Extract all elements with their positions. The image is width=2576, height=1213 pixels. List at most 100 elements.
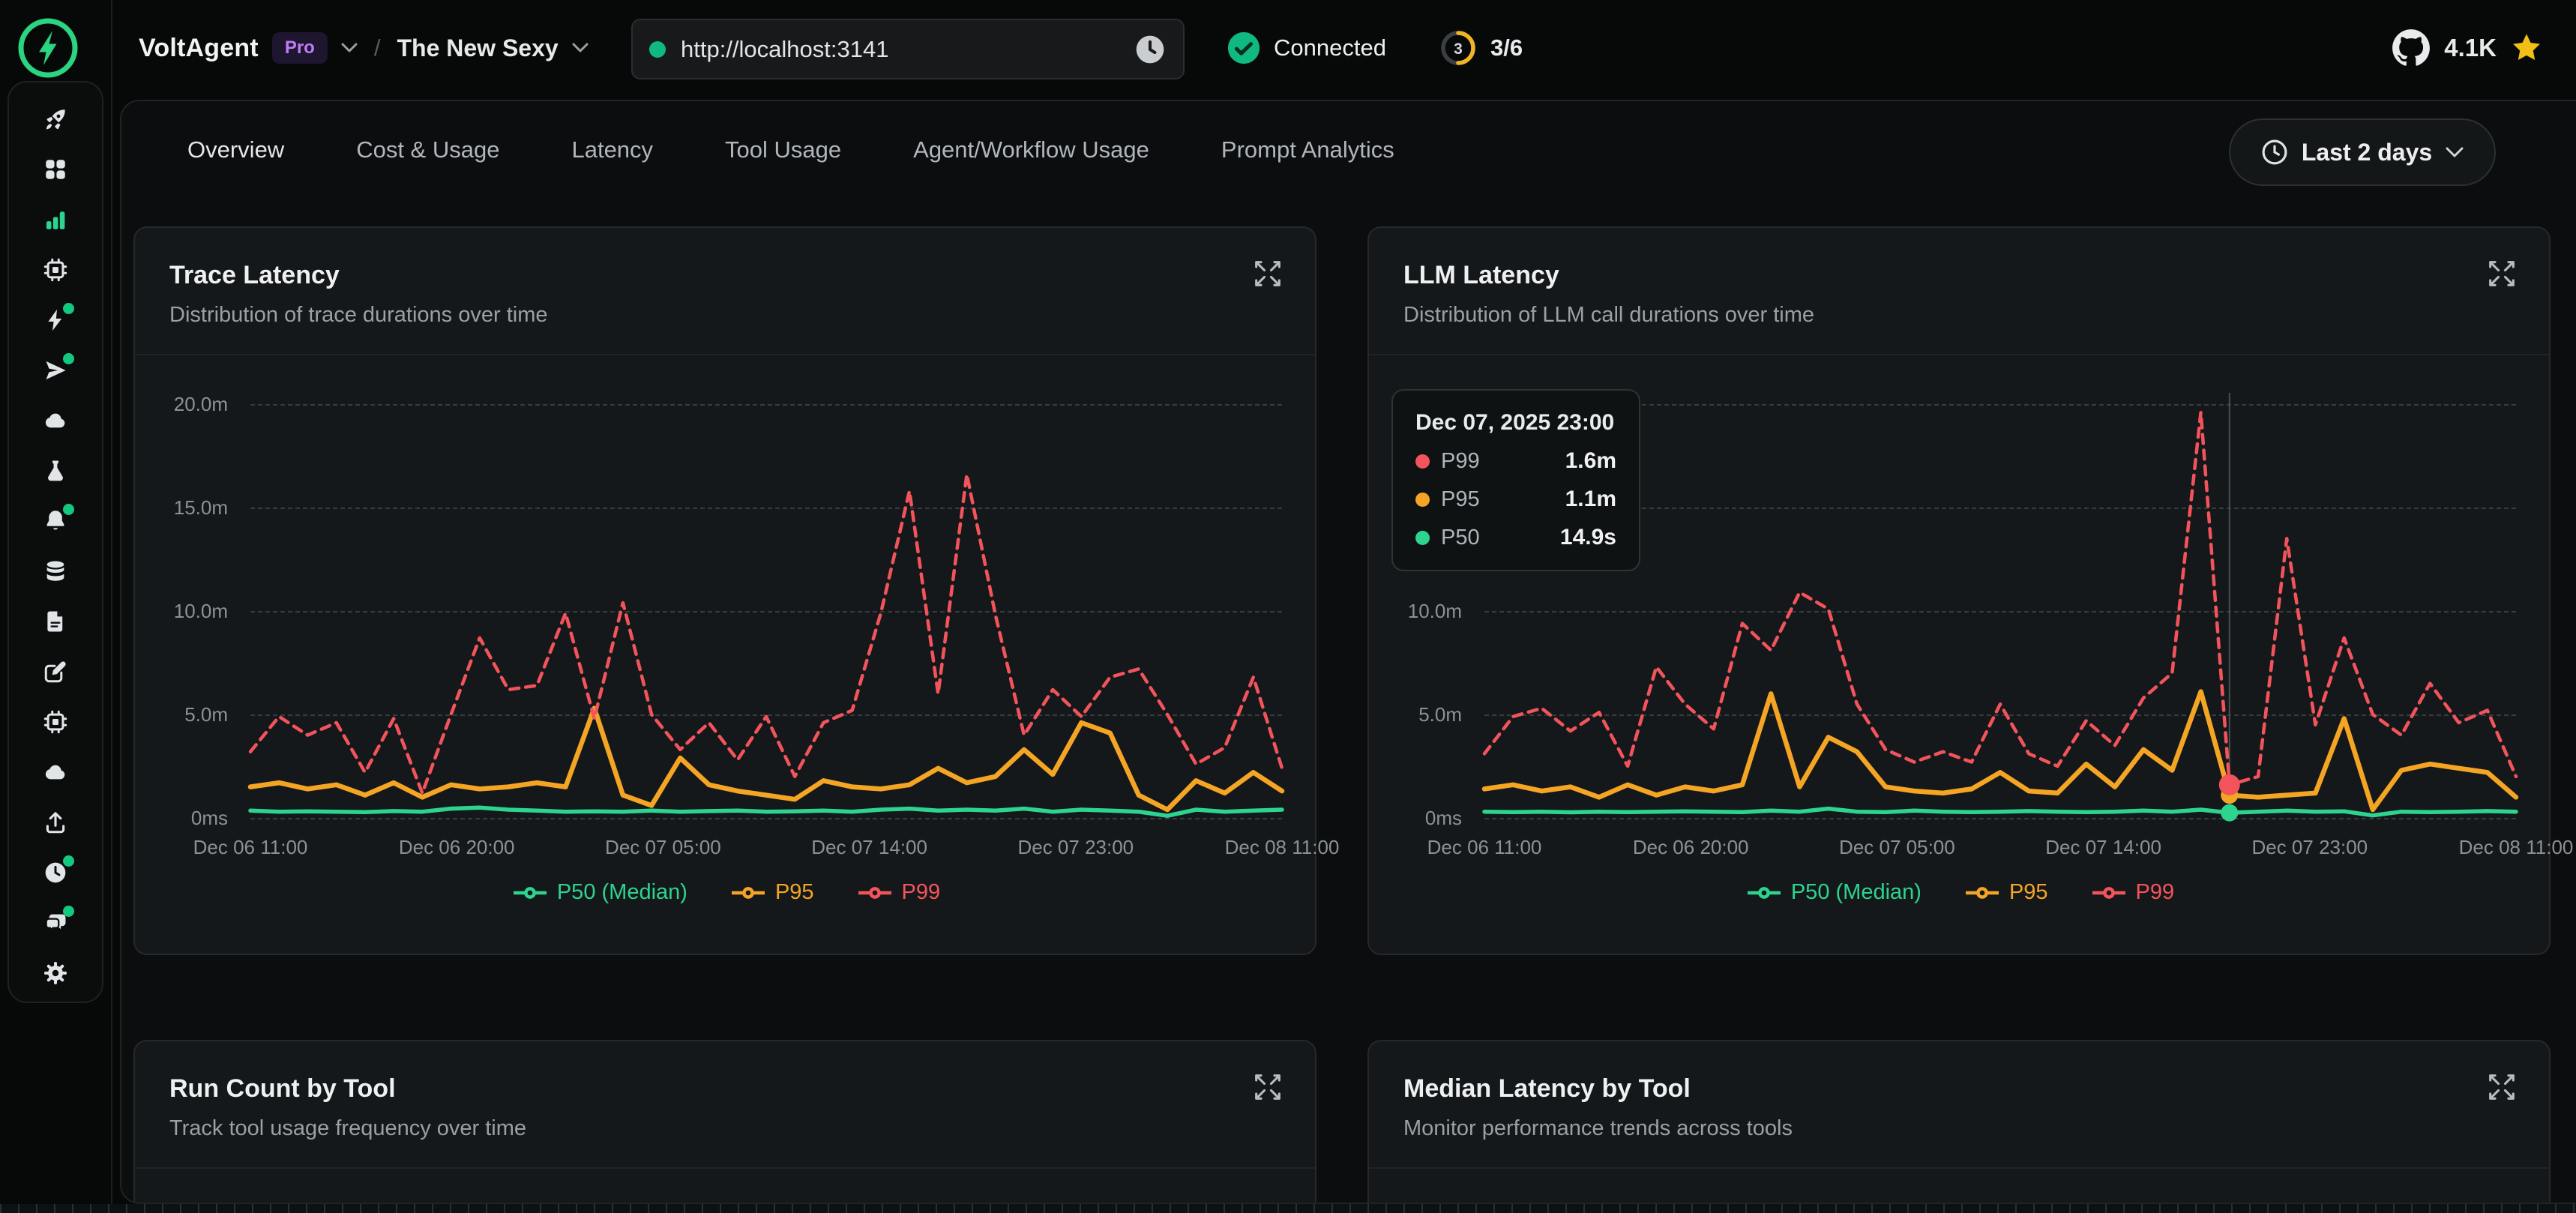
hover-point-p50	[2221, 804, 2238, 822]
voltagent-logo[interactable]	[15, 15, 81, 81]
tooltip-series-value: 1.6m	[1565, 448, 1616, 474]
legend-marker-icon	[1965, 885, 1999, 900]
sidebar-item-flask[interactable]	[43, 458, 68, 484]
legend-label: P99	[2136, 880, 2175, 905]
notification-dot	[63, 303, 74, 314]
sidebar-item-upload[interactable]	[43, 810, 68, 835]
rocket-icon	[43, 106, 68, 132]
chart-legend: P50 (Median) P95 P99	[135, 880, 1318, 905]
server-status-dot-icon	[649, 41, 666, 58]
progress-ring-value: 3	[1454, 40, 1463, 58]
sidebar-item-send[interactable]	[43, 358, 68, 383]
chevron-down-icon[interactable]	[341, 43, 358, 53]
legend-item-p95[interactable]: P95	[1965, 880, 2048, 905]
project-selector[interactable]: The New Sexy	[397, 34, 558, 62]
chevron-down-icon	[2445, 146, 2464, 158]
legend-item-p99[interactable]: P99	[2092, 880, 2175, 905]
sidebar-item-document[interactable]	[43, 609, 68, 634]
sidebar-item-clock[interactable]	[43, 860, 68, 885]
database-icon	[43, 559, 68, 584]
sidebar-item-cpu-2[interactable]	[43, 709, 68, 735]
llm-latency-card: LLM Latency Distribution of LLM call dur…	[1367, 226, 2551, 955]
plan-badge[interactable]: Pro	[272, 32, 328, 64]
sidebar-item-database[interactable]	[43, 559, 68, 584]
card-subtitle: Track tool usage frequency over time	[169, 1116, 1281, 1141]
grid-icon	[43, 157, 68, 182]
history-clock-icon[interactable]	[1134, 33, 1167, 66]
legend-marker-icon	[1747, 885, 1781, 900]
github-stars-link[interactable]: 4.1K	[2392, 0, 2543, 96]
topbar: VoltAgent Pro / The New Sexy http://loca…	[0, 0, 2576, 96]
card-divider	[1369, 1167, 2549, 1169]
notification-dot	[63, 353, 74, 364]
tab-cost-usage[interactable]: Cost & Usage	[356, 136, 499, 163]
card-title: Trace Latency	[169, 261, 1281, 290]
legend-label: P95	[2009, 880, 2048, 905]
x-axis-tick-label: Dec 07 05:00	[605, 836, 721, 859]
y-axis-tick-label: 5.0m	[1369, 703, 1462, 726]
setup-progress[interactable]: 3 3/6	[1438, 0, 1523, 96]
sidebar-item-grid[interactable]	[43, 157, 68, 182]
series-dot-icon	[1415, 454, 1430, 469]
legend-item-p95[interactable]: P95	[731, 880, 814, 905]
sidebar-item-cpu[interactable]	[43, 257, 68, 283]
tooltip-series-value: 14.9s	[1560, 525, 1616, 550]
series-dot-icon	[1415, 493, 1430, 507]
sidebar-item-cloud[interactable]	[43, 408, 68, 433]
tooltip-title: Dec 07, 2025 23:00	[1415, 410, 1616, 436]
document-icon	[43, 609, 68, 634]
tab-tool-usage[interactable]: Tool Usage	[725, 136, 841, 163]
expand-icon[interactable]	[1251, 256, 1285, 291]
breadcrumb-separator: /	[374, 34, 381, 61]
sidebar-item-bell[interactable]	[43, 508, 68, 534]
legend-marker-icon	[858, 885, 892, 900]
star-icon[interactable]	[2510, 31, 2543, 64]
tab-agent-workflow-usage[interactable]: Agent/Workflow Usage	[913, 136, 1149, 163]
card-title: Run Count by Tool	[169, 1074, 1281, 1104]
card-header: Median Latency by Tool Monitor performan…	[1369, 1041, 2549, 1141]
sidebar-item-chat[interactable]	[43, 910, 68, 936]
series-line-p50-median	[1484, 809, 2516, 816]
tab-latency[interactable]: Latency	[571, 136, 653, 163]
analytics-content-panel: Overview Cost & Usage Latency Tool Usage Age…	[120, 100, 2576, 1204]
series-line-p95	[250, 708, 1282, 810]
expand-icon[interactable]	[1251, 1070, 1285, 1104]
tab-prompt-analytics[interactable]: Prompt Analytics	[1221, 136, 1394, 163]
expand-icon[interactable]	[2485, 1070, 2519, 1104]
sidebar-item-cloud-2[interactable]	[43, 759, 68, 785]
card-subtitle: Monitor performance trends across tools	[1403, 1116, 2515, 1141]
time-range-selector[interactable]: Last 2 days	[2229, 118, 2496, 186]
github-icon	[2392, 28, 2431, 67]
expand-icon[interactable]	[2485, 256, 2519, 291]
y-axis-tick-label: 20.0m	[135, 393, 228, 416]
tooltip-series-name: P95	[1441, 487, 1480, 512]
legend-item-p50-median[interactable]: P50 (Median)	[1747, 880, 1922, 905]
sidebar-item-rocket[interactable]	[43, 106, 68, 132]
card-subtitle: Distribution of LLM call durations over …	[1403, 303, 2515, 328]
y-axis-tick-label: 5.0m	[135, 703, 228, 726]
chart-tooltip: Dec 07, 2025 23:00P991.6mP951.1mP5014.9s	[1391, 389, 1640, 571]
notification-dot	[63, 906, 74, 917]
series-line-p50-median	[250, 807, 1282, 816]
server-url-value: http://localhost:3141	[681, 36, 1119, 63]
flask-icon	[43, 458, 68, 484]
chevron-down-icon[interactable]	[572, 43, 589, 53]
legend-item-p50-median[interactable]: P50 (Median)	[513, 880, 687, 905]
edit-icon	[43, 659, 68, 684]
legend-marker-icon	[2092, 885, 2126, 900]
x-axis-tick-label: Dec 07 23:00	[1017, 836, 1134, 859]
server-url-input[interactable]: http://localhost:3141	[631, 19, 1185, 79]
median-latency-by-tool-card: Median Latency by Tool Monitor performan…	[1367, 1040, 2551, 1204]
legend-item-p99[interactable]: P99	[858, 880, 941, 905]
x-axis-tick-label: Dec 06 20:00	[399, 836, 515, 859]
sidebar-item-edit[interactable]	[43, 659, 68, 684]
tooltip-series-name: P50	[1441, 526, 1480, 550]
x-axis-tick-label: Dec 06 11:00	[1427, 836, 1542, 859]
card-header: Run Count by Tool Track tool usage frequ…	[135, 1041, 1315, 1141]
sidebar-item-bar-chart[interactable]	[43, 207, 68, 232]
legend-label: P95	[775, 880, 814, 905]
tab-overview[interactable]: Overview	[187, 136, 284, 163]
sidebar-item-lightning[interactable]	[43, 307, 68, 333]
sidebar-item-gear[interactable]	[43, 960, 68, 986]
llm-latency-chart: 10.0m5.0m0msDec 06 11:00Dec 06 20:00Dec …	[1369, 354, 2552, 957]
